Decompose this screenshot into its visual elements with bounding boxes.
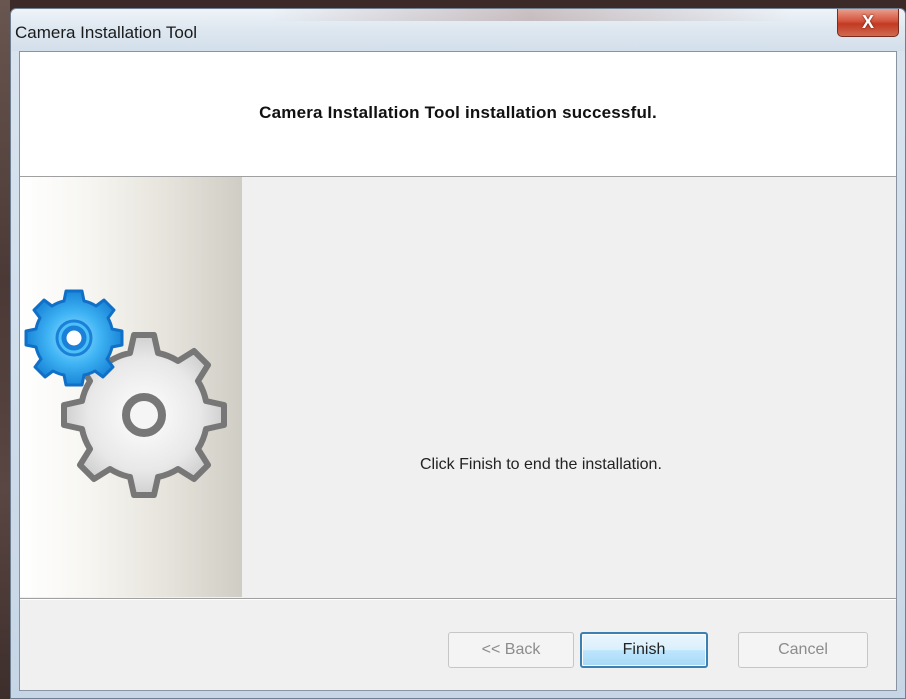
instruction-message: Click Finish to end the installation. xyxy=(420,456,662,473)
footer-divider xyxy=(20,598,896,599)
header-panel: Camera Installation Tool installation su… xyxy=(20,52,896,177)
title-bar[interactable]: Camera Installation Tool X xyxy=(11,9,905,51)
side-banner-panel xyxy=(20,177,242,597)
blue-gear-icon xyxy=(24,289,124,387)
back-button[interactable]: << Back xyxy=(448,632,574,668)
close-icon: X xyxy=(861,12,874,32)
close-button[interactable]: X xyxy=(837,9,899,37)
gears-icon xyxy=(24,289,227,498)
finish-button[interactable]: Finish xyxy=(580,632,708,668)
title-bar-glare xyxy=(271,9,791,21)
page-title: Camera Installation Tool installation su… xyxy=(259,103,657,122)
installer-window: Camera Installation Tool X Camera Instal… xyxy=(10,8,906,699)
window-title: Camera Installation Tool xyxy=(15,23,198,42)
desktop-background-edge xyxy=(0,0,10,699)
cancel-button[interactable]: Cancel xyxy=(738,632,868,668)
dialog-client-area: Camera Installation Tool installation su… xyxy=(19,51,897,691)
